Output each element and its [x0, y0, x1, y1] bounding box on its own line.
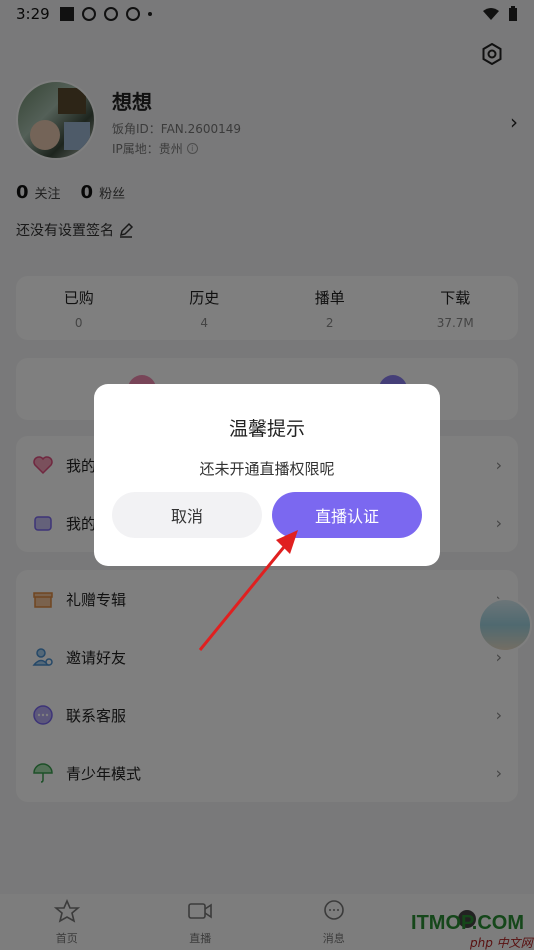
dialog-message: 还未开通直播权限呢	[199, 460, 335, 478]
dialog-title: 温馨提示	[228, 418, 305, 440]
annotation-arrow-icon	[198, 530, 298, 651]
